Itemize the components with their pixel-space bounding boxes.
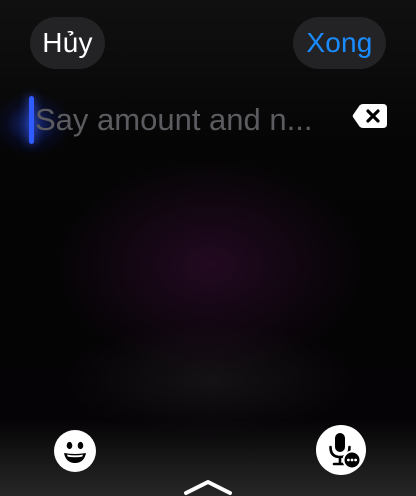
chevron-up-icon[interactable] [181,478,235,496]
watch-text-input-screen: Hủy Xong Say amount and n... [0,0,416,496]
input-placeholder: Say amount and n... [35,102,313,137]
delete-backward-icon[interactable] [352,103,388,129]
text-input-field[interactable]: Say amount and n... [0,92,416,156]
done-button[interactable]: Xong [293,17,386,69]
cancel-button[interactable]: Hủy [30,17,105,69]
text-cursor [29,96,34,144]
smiley-face-icon [64,441,86,463]
microphone-dictation-icon [329,433,362,470]
dictation-button[interactable] [316,425,366,475]
emoji-button[interactable] [54,430,96,472]
